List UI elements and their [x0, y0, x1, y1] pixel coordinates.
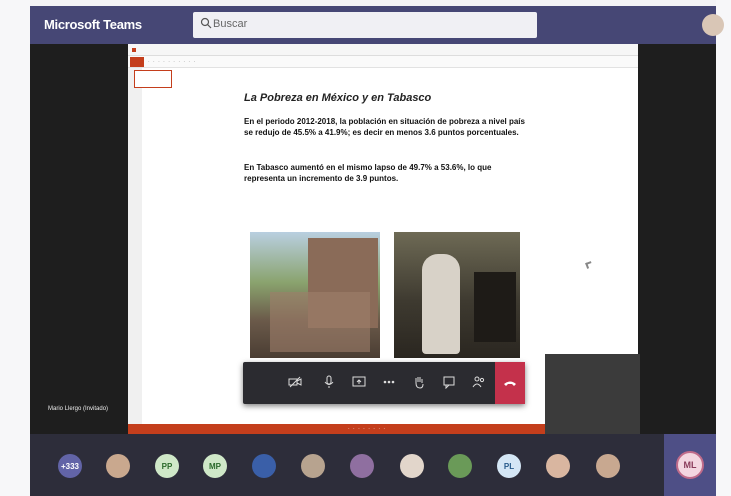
camera-button[interactable]	[287, 374, 303, 390]
ppt-titlebar	[128, 44, 638, 56]
participants-button[interactable]	[471, 374, 487, 390]
slide-paragraph-2: En Tabasco aumentó en el mismo lapso de …	[244, 163, 492, 183]
poverty-photo-1	[250, 232, 380, 358]
ppt-file-tab	[130, 57, 144, 67]
chat-icon	[443, 376, 455, 389]
hang-up-button[interactable]	[495, 362, 525, 404]
phone-hangup-icon	[504, 381, 516, 386]
chat-button[interactable]	[441, 374, 457, 390]
participant-avatar-pl[interactable]: PL	[497, 454, 521, 478]
participant-avatar[interactable]	[252, 454, 276, 478]
participant-avatar[interactable]	[596, 454, 620, 478]
ppt-app-icon	[132, 48, 136, 52]
search-box[interactable]: Buscar	[193, 12, 537, 38]
slide-title: La Pobreza en México y en Tabasco	[244, 92, 432, 104]
left-margin	[0, 0, 30, 496]
more-icon	[383, 380, 395, 384]
title-bar: Microsoft Teams Buscar	[30, 6, 724, 44]
participant-avatar[interactable]	[400, 454, 424, 478]
camera-off-icon	[288, 376, 302, 388]
hand-icon	[415, 377, 424, 389]
mic-button[interactable]	[321, 374, 337, 390]
participant-video-tile	[545, 354, 640, 434]
more-actions-button[interactable]	[381, 374, 397, 390]
ppt-ribbon-tabs: · · · · · · · · · ·	[148, 59, 197, 65]
mic-off-icon	[324, 375, 334, 388]
people-shape	[270, 292, 370, 352]
participant-avatar[interactable]	[350, 454, 374, 478]
woman-shape	[422, 254, 460, 354]
participant-avatar[interactable]	[106, 454, 130, 478]
my-avatar[interactable]: ML	[676, 451, 704, 479]
teams-window: Microsoft Teams Buscar · · · · · · · · ·…	[0, 0, 731, 496]
participant-avatar[interactable]	[301, 454, 325, 478]
search-placeholder: Buscar	[213, 18, 248, 30]
participant-overflow-count[interactable]: +333	[58, 454, 82, 478]
presenter-name: Mario Llergo (Invitado)	[48, 406, 109, 412]
share-tray-icon	[352, 376, 366, 387]
slide-paragraph-1: En el periodo 2012-2018, la población en…	[244, 117, 525, 137]
app-title: Microsoft Teams	[44, 17, 142, 32]
participant-avatar[interactable]	[448, 454, 472, 478]
meeting-stage: · · · · · · · · · · La Pobreza en México…	[30, 44, 716, 434]
ppt-slide-thumbnail	[134, 70, 172, 88]
right-margin	[716, 0, 731, 496]
participants-tray: +333 PP MP PL ML	[30, 434, 716, 496]
participant-avatar-pp[interactable]: PP	[155, 454, 179, 478]
search-icon	[200, 17, 212, 29]
raise-hand-button[interactable]	[411, 374, 427, 390]
share-button[interactable]	[351, 374, 367, 390]
presentation-slide: La Pobreza en México y en Tabasco En el …	[244, 92, 539, 362]
participant-avatar-mp[interactable]: MP	[203, 454, 227, 478]
ppt-status-marks: · · · · · · · ·	[348, 426, 387, 432]
my-video-tile: ML	[664, 434, 716, 496]
ppt-ribbon: · · · · · · · · · ·	[128, 56, 638, 68]
poverty-photo-2	[394, 232, 520, 358]
ppt-thumbnail-pane	[128, 68, 142, 424]
pot-shape	[474, 272, 516, 342]
profile-avatar[interactable]	[702, 14, 724, 36]
meeting-controls	[243, 362, 525, 404]
people-icon	[472, 376, 485, 388]
participant-avatar[interactable]	[546, 454, 570, 478]
